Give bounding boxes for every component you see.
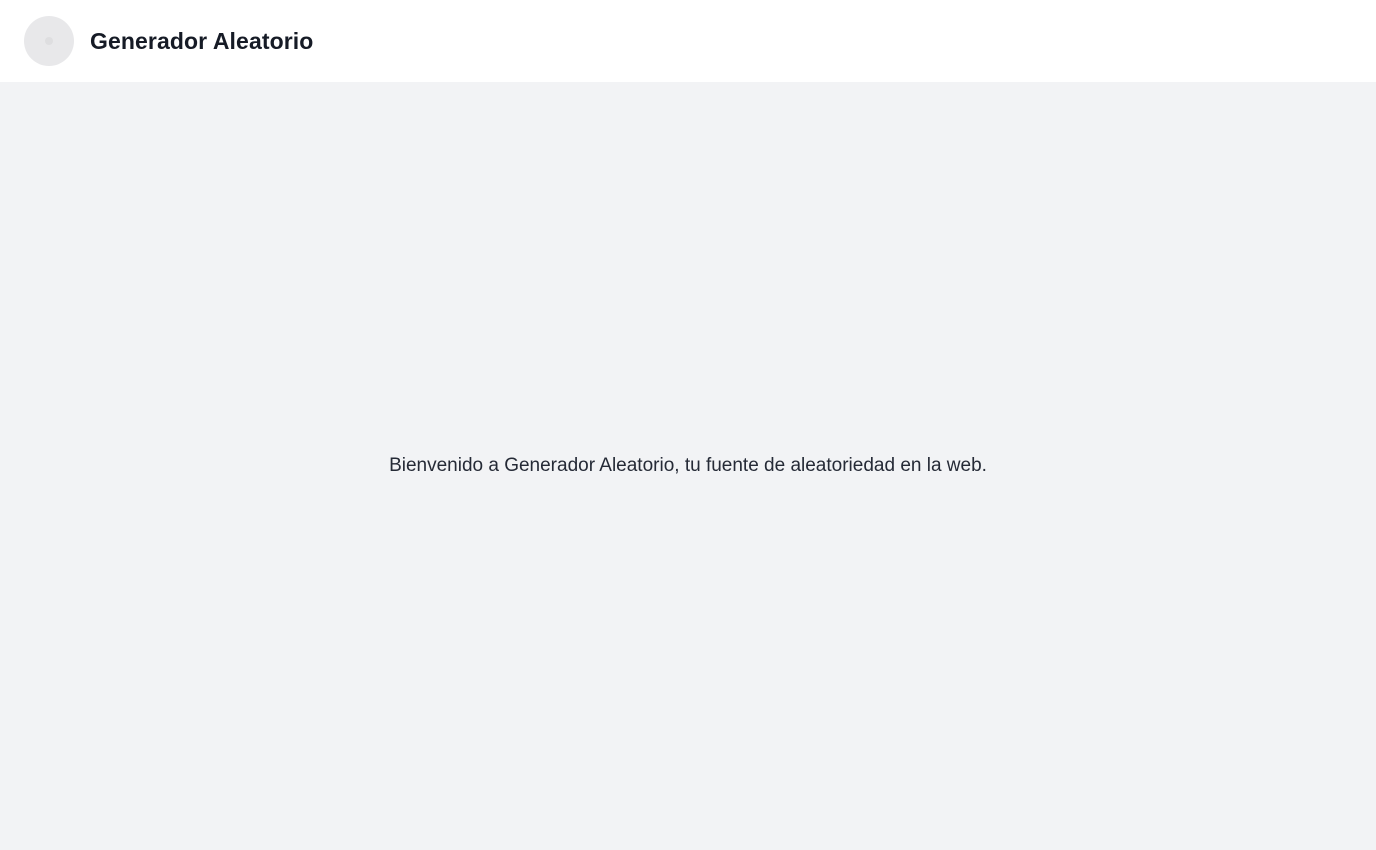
app-header: Generador Aleatorio — [0, 0, 1376, 82]
app-title: Generador Aleatorio — [90, 27, 314, 54]
logo-dot — [45, 37, 53, 45]
main-content: Bienvenido a Generador Aleatorio, tu fue… — [0, 82, 1376, 850]
logo-circle-icon[interactable] — [24, 16, 74, 66]
welcome-message: Bienvenido a Generador Aleatorio, tu fue… — [389, 454, 987, 476]
